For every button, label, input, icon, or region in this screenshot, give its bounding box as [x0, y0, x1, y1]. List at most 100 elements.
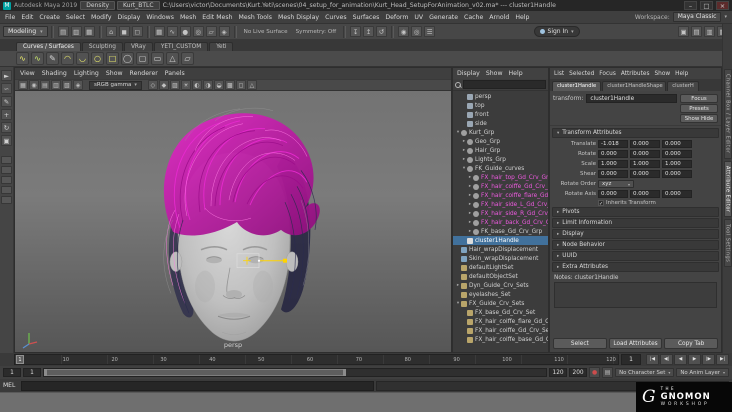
menubar-item[interactable]: Generate: [426, 14, 461, 21]
docked-window-tab[interactable]: Kurt_BTLC: [117, 1, 160, 10]
outliner-row[interactable]: defaultLightSet: [453, 263, 548, 272]
shaded-icon[interactable]: ◆: [158, 80, 169, 90]
ipr-render-icon[interactable]: ◎: [411, 26, 423, 37]
outliner-row[interactable]: defaultObjectSet: [453, 272, 548, 281]
outliner-row[interactable]: ▸ FX_hair_top_Gd_Crv_Grp: [453, 173, 548, 182]
current-frame-indicator[interactable]: 1: [16, 355, 24, 364]
value-field-z[interactable]: 0.000: [662, 190, 692, 198]
attribute-editor-menu-item[interactable]: Attributes: [621, 71, 650, 77]
play-backwards-button[interactable]: ◀: [674, 354, 687, 365]
play-forwards-button[interactable]: ▶: [688, 354, 701, 365]
three-point-arc-icon[interactable]: ◠: [61, 52, 74, 65]
menubar-item[interactable]: Mesh Tools: [236, 14, 276, 21]
outliner-row[interactable]: front: [453, 110, 548, 119]
focus-button[interactable]: Focus: [680, 94, 718, 103]
shelf-tab[interactable]: YETI_CUSTOM: [153, 42, 209, 51]
collapsed-section-header[interactable]: ▸ Pivots: [552, 207, 719, 217]
snap-curve-icon[interactable]: ∿: [166, 26, 178, 37]
menubar-item[interactable]: Arnold: [486, 14, 512, 21]
outliner-row[interactable]: eyelashes_Set: [453, 290, 548, 299]
menubar-item[interactable]: Edit Mesh: [199, 14, 235, 21]
two-d-pan-zoom-icon[interactable]: ◈: [73, 80, 83, 90]
value-field-y[interactable]: 0.000: [630, 170, 660, 178]
save-scene-icon[interactable]: ▦: [83, 26, 95, 37]
viewport-canvas[interactable]: persp: [15, 91, 451, 352]
collapsed-section-header[interactable]: ▸ Limit Information: [552, 218, 719, 228]
value-field-y[interactable]: 1.000: [630, 160, 660, 168]
outliner-row[interactable]: cluster1Handle: [453, 236, 548, 245]
viewport-menu-item[interactable]: Shading: [42, 70, 67, 77]
select-hierarchy-icon[interactable]: ⌂: [105, 26, 117, 37]
value-field-x[interactable]: 1.000: [598, 160, 628, 168]
menubar-item[interactable]: Windows: [143, 14, 177, 21]
layout-persp-graph-button[interactable]: [1, 196, 12, 204]
menubar-item[interactable]: Mesh Display: [275, 14, 322, 21]
select-tool-icon[interactable]: ►: [1, 70, 12, 81]
auto-key-icon[interactable]: ●: [589, 367, 601, 378]
use-all-lights-icon[interactable]: ☀: [180, 80, 191, 90]
new-scene-icon[interactable]: ▤: [57, 26, 69, 37]
value-field-z[interactable]: 0.000: [662, 140, 692, 148]
menubar-item[interactable]: UV: [411, 14, 426, 21]
menu-set-dropdown[interactable]: Modeling ▾: [3, 26, 48, 37]
snap-grid-icon[interactable]: ▦: [153, 26, 165, 37]
collapsed-section-header[interactable]: ▸ Extra Attributes: [552, 262, 719, 272]
rotate-order-dropdown[interactable]: xyz ▾: [598, 180, 634, 188]
paint-select-tool-icon[interactable]: ✎: [1, 96, 12, 107]
select-component-icon[interactable]: ◻: [131, 26, 143, 37]
shelf-tab[interactable]: Curves / Surfaces: [16, 42, 81, 51]
menubar-item[interactable]: Mesh: [177, 14, 199, 21]
nurbs-sphere-icon[interactable]: ◯: [121, 52, 134, 65]
sidebar-vertical-tab[interactable]: Attribute Editor: [723, 160, 732, 218]
sign-in-button[interactable]: Sign In ▾: [533, 26, 580, 37]
snap-projected-center-icon[interactable]: ◎: [192, 26, 204, 37]
pencil-curve-tool-icon[interactable]: ✎: [46, 52, 59, 65]
step-forward-frame-button[interactable]: |▶: [702, 354, 715, 365]
symmetry-label[interactable]: Symmetry: Off: [296, 29, 337, 35]
camera-attributes-icon[interactable]: ▤: [40, 80, 50, 90]
outliner-row[interactable]: ▾ FK_Guide_curves: [453, 164, 548, 173]
value-field-z[interactable]: 0.000: [662, 150, 692, 158]
inherits-transform-checkbox[interactable]: ✓: [598, 200, 604, 207]
section-transform-attributes[interactable]: ▾ Transform Attributes: [552, 128, 719, 138]
collapsed-section-header[interactable]: ▸ Display: [552, 229, 719, 239]
output-connections-icon[interactable]: ↥: [363, 26, 375, 37]
value-field-x[interactable]: 0.000: [598, 150, 628, 158]
sidebar-vertical-tab[interactable]: Tool Settings: [723, 219, 732, 268]
value-field-z[interactable]: 1.000: [662, 160, 692, 168]
docked-window-tab[interactable]: Density: [80, 1, 116, 10]
viewport-menu-item[interactable]: Panels: [165, 70, 185, 77]
current-frame-field[interactable]: 1: [621, 354, 641, 365]
range-start-handle[interactable]: [44, 369, 47, 376]
search-input[interactable]: [463, 80, 546, 89]
toggle-modeling-toolkit-icon[interactable]: ▣: [678, 26, 690, 37]
character-set-dropdown[interactable]: No Character Set ▾: [615, 368, 675, 377]
wireframe-icon[interactable]: ◇: [147, 80, 158, 90]
viewport-menu-item[interactable]: Show: [106, 70, 123, 77]
ep-curve-tool-icon[interactable]: ∿: [31, 52, 44, 65]
anti-aliasing-icon[interactable]: ▩: [224, 80, 235, 90]
outliner-row[interactable]: ▾ Kurt_Grp: [453, 128, 548, 137]
outliner-row[interactable]: ▾ FX_Guide_Crv_Sets: [453, 299, 548, 308]
attribute-editor-menu-item[interactable]: List: [554, 71, 564, 77]
anim-layer-dropdown[interactable]: No Anim Layer ▾: [676, 368, 729, 377]
workspace-value[interactable]: Maya Classic: [672, 12, 722, 22]
node-tab[interactable]: clusterH: [667, 81, 699, 91]
outliner-row[interactable]: FX_hair_coiffe_flare_Gd_Crv_Set: [453, 317, 548, 326]
layout-four-pane-button[interactable]: [1, 166, 12, 174]
node-tab[interactable]: cluster1Handle: [552, 81, 602, 91]
move-tool-icon[interactable]: +: [1, 109, 12, 120]
outliner-row[interactable]: ▸ FX_hair_back_Gd_Crv_Grp: [453, 218, 548, 227]
rotate-tool-icon[interactable]: ↻: [1, 122, 12, 133]
sidebar-vertical-tab[interactable]: Channel Box / Layer Editor: [723, 69, 732, 159]
menubar-item[interactable]: File: [2, 14, 18, 21]
timeline-track[interactable]: 1102030405060708090100110120 1: [14, 354, 619, 365]
outliner-row[interactable]: ▸ Dyn_Guide_Crv_Sets: [453, 281, 548, 290]
shelf-tab[interactable]: VRay: [123, 42, 153, 51]
viewport-menu-item[interactable]: Lighting: [74, 70, 99, 77]
command-language-label[interactable]: MEL: [3, 382, 19, 389]
gamma-dropdown[interactable]: sRGB gamma ▾: [89, 80, 142, 90]
menubar-item[interactable]: Select: [63, 14, 88, 21]
value-field-z[interactable]: 0.000: [662, 170, 692, 178]
two-point-arc-icon[interactable]: ◡: [76, 52, 89, 65]
